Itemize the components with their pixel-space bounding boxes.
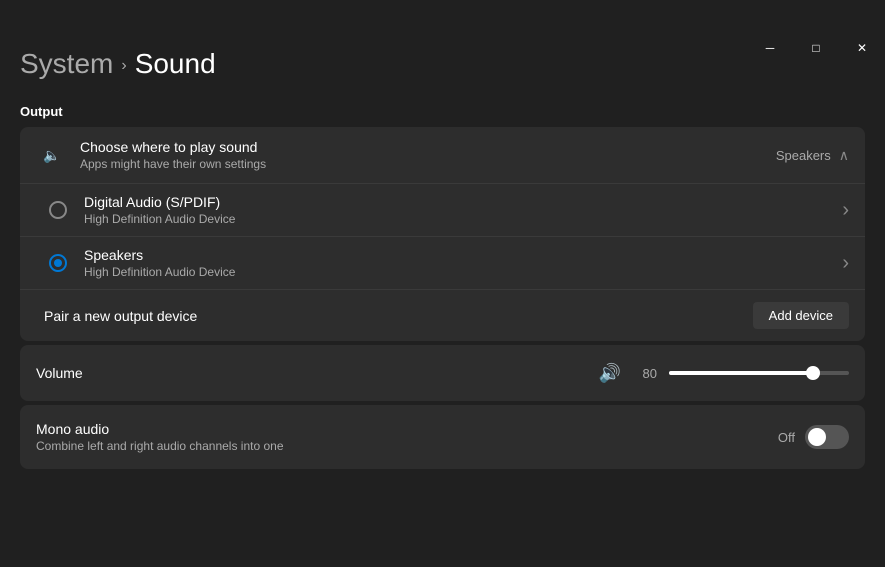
- pair-device-label: Pair a new output device: [44, 308, 753, 324]
- device-row-speakers[interactable]: Speakers High Definition Audio Device: [20, 237, 865, 289]
- mono-audio-card: Mono audio Combine left and right audio …: [20, 405, 865, 469]
- output-section-heading: Output: [20, 104, 865, 119]
- choose-output-text: Choose where to play sound Apps might ha…: [80, 139, 776, 171]
- mono-audio-toggle-knob: [808, 428, 826, 446]
- mono-audio-toggle-label: Off: [778, 430, 795, 445]
- pair-device-row: Pair a new output device Add device: [20, 289, 865, 341]
- breadcrumb: System › Sound: [20, 48, 865, 80]
- choose-output-row[interactable]: 🔈 Choose where to play sound Apps might …: [20, 127, 865, 184]
- volume-value: 80: [633, 366, 657, 381]
- volume-slider[interactable]: [669, 371, 849, 375]
- choose-output-subtitle: Apps might have their own settings: [80, 157, 776, 171]
- breadcrumb-system[interactable]: System: [20, 48, 113, 80]
- volume-card: Volume 🔊 80: [20, 345, 865, 401]
- main-content: System › Sound Output 🔈 Choose where to …: [0, 32, 885, 489]
- choose-output-title: Choose where to play sound: [80, 139, 776, 155]
- device-digital-audio-text: Digital Audio (S/PDIF) High Definition A…: [84, 194, 842, 226]
- choose-output-right: Speakers: [776, 147, 849, 164]
- chevron-up-icon: [839, 147, 849, 164]
- volume-label: Volume: [36, 365, 587, 381]
- mono-audio-row: Mono audio Combine left and right audio …: [36, 405, 849, 469]
- mono-audio-title: Mono audio: [36, 421, 766, 437]
- radio-speakers[interactable]: [44, 254, 72, 272]
- mono-audio-toggle-area: Off: [778, 425, 849, 449]
- radio-digital-audio[interactable]: [44, 201, 72, 219]
- add-device-button[interactable]: Add device: [753, 302, 849, 329]
- mono-audio-subtitle: Combine left and right audio channels in…: [36, 439, 766, 453]
- breadcrumb-current: Sound: [135, 48, 216, 80]
- volume-row: Volume 🔊 80: [36, 345, 849, 401]
- breadcrumb-chevron-icon: ›: [121, 57, 126, 75]
- volume-slider-fill: [669, 371, 813, 375]
- mono-audio-toggle[interactable]: [805, 425, 849, 449]
- selected-device-label: Speakers: [776, 148, 831, 163]
- minimize-button[interactable]: ─: [747, 32, 793, 64]
- device-digital-audio-name: Digital Audio (S/PDIF): [84, 194, 842, 210]
- device-digital-audio-chevron-icon: [842, 199, 849, 222]
- output-card: 🔈 Choose where to play sound Apps might …: [20, 127, 865, 341]
- close-button[interactable]: ✕: [839, 32, 885, 64]
- device-digital-audio-subname: High Definition Audio Device: [84, 212, 842, 226]
- device-speakers-name: Speakers: [84, 247, 842, 263]
- device-speakers-chevron-icon: [842, 252, 849, 275]
- device-row-digital-audio[interactable]: Digital Audio (S/PDIF) High Definition A…: [20, 184, 865, 237]
- device-speakers-text: Speakers High Definition Audio Device: [84, 247, 842, 279]
- radio-button-speakers[interactable]: [49, 254, 67, 272]
- volume-slider-thumb[interactable]: [806, 366, 820, 380]
- titlebar: ─ □ ✕: [747, 32, 885, 64]
- speaker-icon: 🔈: [36, 139, 68, 171]
- mono-audio-text: Mono audio Combine left and right audio …: [36, 421, 766, 453]
- radio-button-digital-audio[interactable]: [49, 201, 67, 219]
- maximize-button[interactable]: □: [793, 32, 839, 64]
- device-speakers-subname: High Definition Audio Device: [84, 265, 842, 279]
- volume-icon: 🔊: [599, 363, 621, 384]
